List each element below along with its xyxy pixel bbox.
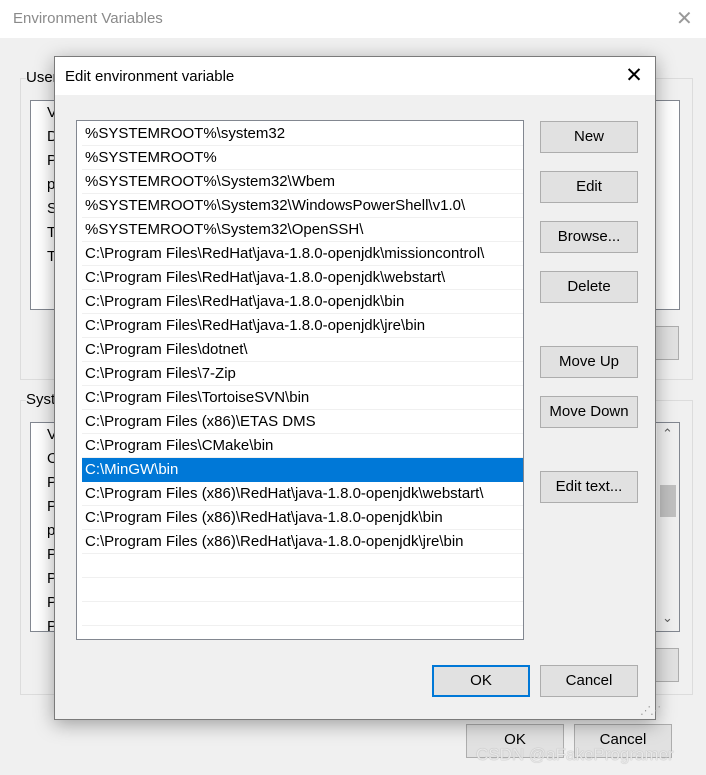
path-list-item[interactable]: C:\Program Files\RedHat\java-1.8.0-openj…	[82, 242, 523, 266]
resize-grip-icon[interactable]: ⋰⋰	[640, 704, 661, 717]
edit-button[interactable]: Edit	[540, 171, 638, 203]
path-list-item[interactable]: C:\Program Files\RedHat\java-1.8.0-openj…	[82, 266, 523, 290]
path-list-item[interactable]: %SYSTEMROOT%\System32\WindowsPowerShell\…	[82, 194, 523, 218]
path-list-item[interactable]: C:\Program Files\TortoiseSVN\bin	[82, 386, 523, 410]
scroll-thumb[interactable]	[660, 485, 676, 517]
dialog-title-bar: Edit environment variable ✕	[55, 57, 655, 95]
user-variables-label: User	[26, 69, 58, 86]
move-down-button[interactable]: Move Down	[540, 396, 638, 428]
new-button[interactable]: New	[540, 121, 638, 153]
path-list-item[interactable]: C:\Program Files\RedHat\java-1.8.0-openj…	[82, 314, 523, 338]
delete-button[interactable]: Delete	[540, 271, 638, 303]
scroll-up-icon[interactable]: ⌃	[662, 426, 673, 442]
path-list-empty-row[interactable]	[82, 554, 523, 578]
path-list-item[interactable]: %SYSTEMROOT%\system32	[82, 122, 523, 146]
bg-window-title: Environment Variables	[13, 10, 163, 27]
path-list-item[interactable]: C:\Program Files\RedHat\java-1.8.0-openj…	[82, 290, 523, 314]
dialog-close-icon[interactable]: ✕	[619, 62, 649, 90]
bg-close-icon[interactable]: ✕	[676, 6, 693, 31]
path-list-item[interactable]: C:\Program Files (x86)\RedHat\java-1.8.0…	[82, 530, 523, 554]
bg-title-bar: Environment Variables ✕	[0, 0, 706, 38]
browse-button[interactable]: Browse...	[540, 221, 638, 253]
path-list-item[interactable]: C:\Program Files\7-Zip	[82, 362, 523, 386]
path-list-item[interactable]: %SYSTEMROOT%	[82, 146, 523, 170]
cancel-button[interactable]: Cancel	[540, 665, 638, 697]
path-list-empty-row[interactable]	[82, 602, 523, 626]
move-up-button[interactable]: Move Up	[540, 346, 638, 378]
path-list-item[interactable]: %SYSTEMROOT%\System32\Wbem	[82, 170, 523, 194]
path-list-item[interactable]: C:\Program Files (x86)\RedHat\java-1.8.0…	[82, 506, 523, 530]
dialog-title: Edit environment variable	[65, 68, 235, 85]
path-list-item[interactable]: C:\Program Files (x86)\RedHat\java-1.8.0…	[82, 482, 523, 506]
system-list-scrollbar[interactable]: ⌃ ⌄	[657, 423, 679, 631]
path-list[interactable]: %SYSTEMROOT%\system32 %SYSTEMROOT% %SYSTEM…	[76, 120, 524, 640]
path-list-item[interactable]: C:\Program Files\dotnet\	[82, 338, 523, 362]
watermark: CSDN @aFakeProgramer	[476, 745, 674, 764]
user-delete-button-partial[interactable]	[655, 326, 679, 360]
path-list-item[interactable]: %SYSTEMROOT%\System32\OpenSSH\	[82, 218, 523, 242]
path-list-empty-row[interactable]	[82, 578, 523, 602]
ok-button[interactable]: OK	[432, 665, 530, 697]
scroll-down-icon[interactable]: ⌄	[662, 610, 673, 626]
edit-text-button[interactable]: Edit text...	[540, 471, 638, 503]
edit-environment-variable-dialog: Edit environment variable ✕ %SYSTEMROOT%…	[54, 56, 661, 720]
path-list-item[interactable]: C:\Program Files (x86)\ETAS DMS	[82, 410, 523, 434]
system-delete-button-partial[interactable]	[655, 648, 679, 682]
path-list-item[interactable]: C:\Program Files\CMake\bin	[82, 434, 523, 458]
path-list-item[interactable]: C:\MinGW\bin	[82, 458, 523, 482]
